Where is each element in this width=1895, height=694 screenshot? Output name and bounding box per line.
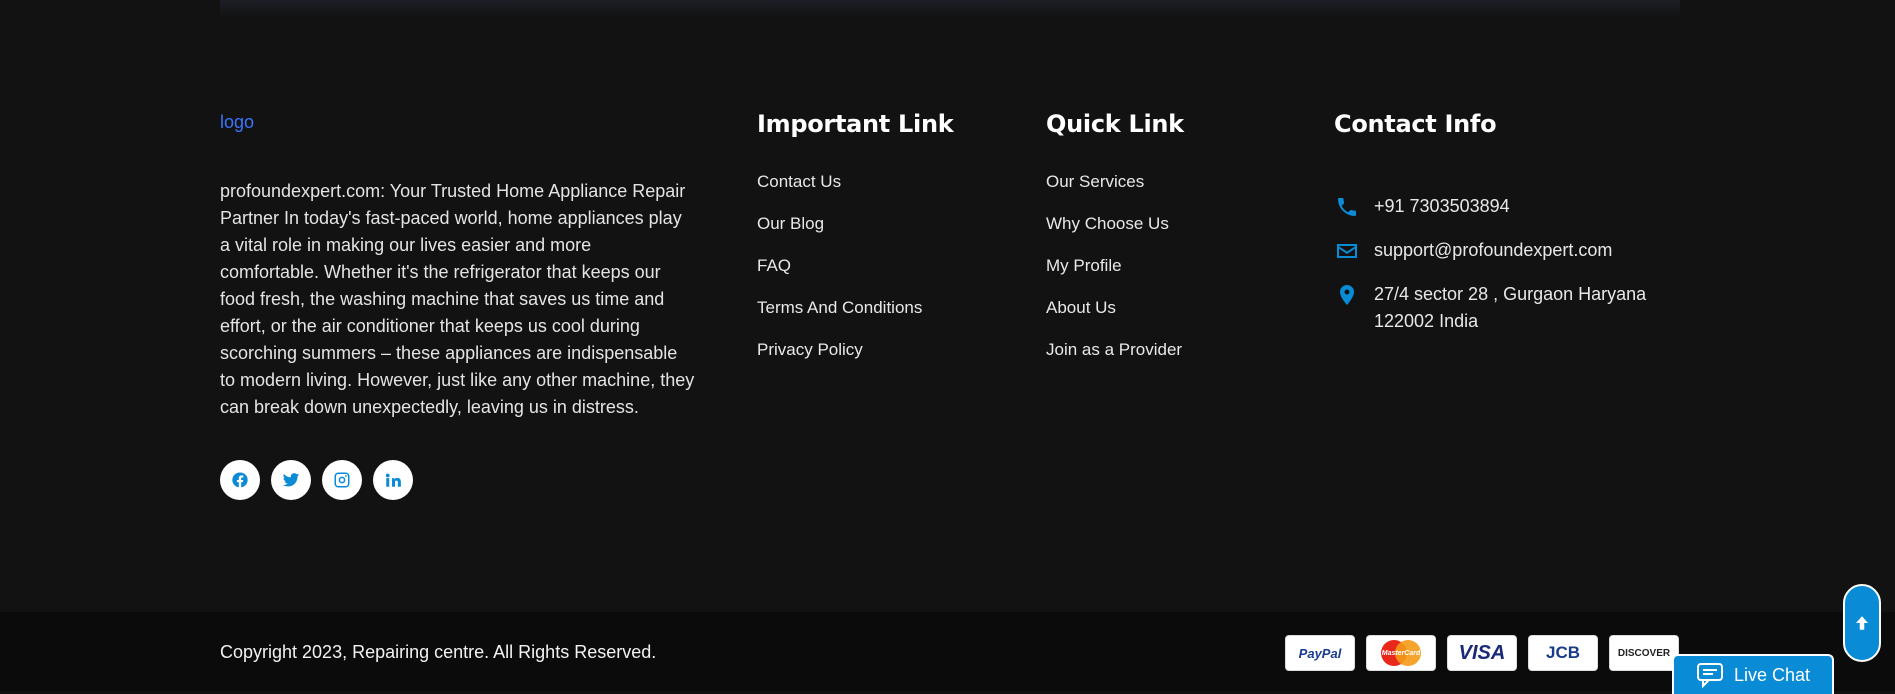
important-links-column: Important Link Contact Us Our Blog FAQ T… [757,110,954,382]
footer-link-my-profile[interactable]: My Profile [1046,256,1184,298]
footer-link-privacy[interactable]: Privacy Policy [757,340,953,382]
mastercard-icon: MasterCard [1366,635,1436,671]
scroll-to-top-button[interactable] [1843,584,1881,662]
phone-icon [1338,198,1356,216]
address-line-1: 27/4 sector 28 , Gurgaon Haryana [1374,284,1647,304]
visa-icon: VISA [1447,635,1517,671]
footer-link-why-choose-us[interactable]: Why Choose Us [1046,214,1184,256]
footer-logo[interactable]: logo [220,112,254,133]
quick-links-title: Quick Link [1046,110,1184,138]
linkedin-button[interactable] [373,460,413,500]
facebook-button[interactable] [220,460,260,500]
chat-bubble-icon [1697,663,1723,688]
footer-link-about-us[interactable]: About Us [1046,298,1184,340]
contact-address: 27/4 sector 28 , Gurgaon Haryana 122002 … [1334,281,1646,335]
jcb-label: JCB [1545,643,1580,662]
visa-label: VISA [1458,641,1506,664]
discover-icon: DISCOVER [1609,635,1679,671]
quick-links-column: Quick Link Our Services Why Choose Us My… [1046,110,1184,382]
instagram-icon [334,472,350,488]
discover-label: DISCOVER [1617,647,1671,659]
footer-link-join-provider[interactable]: Join as a Provider [1046,340,1184,382]
arrow-up-icon [1856,616,1868,630]
paypal-icon: PayPal [1285,635,1355,671]
important-links-title: Important Link [757,110,954,138]
linkedin-icon [385,473,401,487]
live-chat-button[interactable]: Live Chat [1672,654,1834,694]
contact-info-title: Contact Info [1334,110,1497,138]
mastercard-label: MasterCard [1381,649,1421,657]
footer-link-our-blog[interactable]: Our Blog [757,214,953,256]
twitter-button[interactable] [271,460,311,500]
footer: logo profoundexpert.com: Your Trusted Ho… [0,0,1895,612]
contact-email: support@profoundexpert.com [1334,237,1612,265]
social-links [220,460,413,500]
contact-phone: +91 7303503894 [1334,193,1510,221]
about-description: profoundexpert.com: Your Trusted Home Ap… [220,181,695,417]
footer-link-contact-us[interactable]: Contact Us [757,172,953,214]
important-links-list: Contact Us Our Blog FAQ Terms And Condit… [757,172,953,382]
envelope-icon [1337,244,1357,258]
contact-email-text[interactable]: support@profoundexpert.com [1374,237,1612,265]
footer-link-faq[interactable]: FAQ [757,256,953,298]
quick-links-list: Our Services Why Choose Us My Profile Ab… [1046,172,1184,382]
live-chat-label: Live Chat [1734,664,1811,685]
facebook-icon [232,472,248,488]
footer-bottom-bar: Copyright 2023, Repairing centre. All Ri… [0,612,1895,691]
contact-info-column: Contact Info [1334,110,1497,138]
contact-address-text: 27/4 sector 28 , Gurgaon Haryana 122002 … [1374,281,1646,335]
footer-link-terms[interactable]: Terms And Conditions [757,298,953,340]
paypal-label: PayPal [1298,645,1342,661]
payment-methods: PayPal MasterCard VISA JCB DISCOVER [1285,635,1679,671]
instagram-button[interactable] [322,460,362,500]
twitter-icon [282,473,300,487]
jcb-icon: JCB [1528,635,1598,671]
location-pin-icon [1340,285,1354,305]
address-line-2: 122002 India [1374,311,1479,331]
copyright-text: Copyright 2023, Repairing centre. All Ri… [220,642,657,662]
footer-link-our-services[interactable]: Our Services [1046,172,1184,214]
contact-phone-text[interactable]: +91 7303503894 [1374,193,1510,221]
